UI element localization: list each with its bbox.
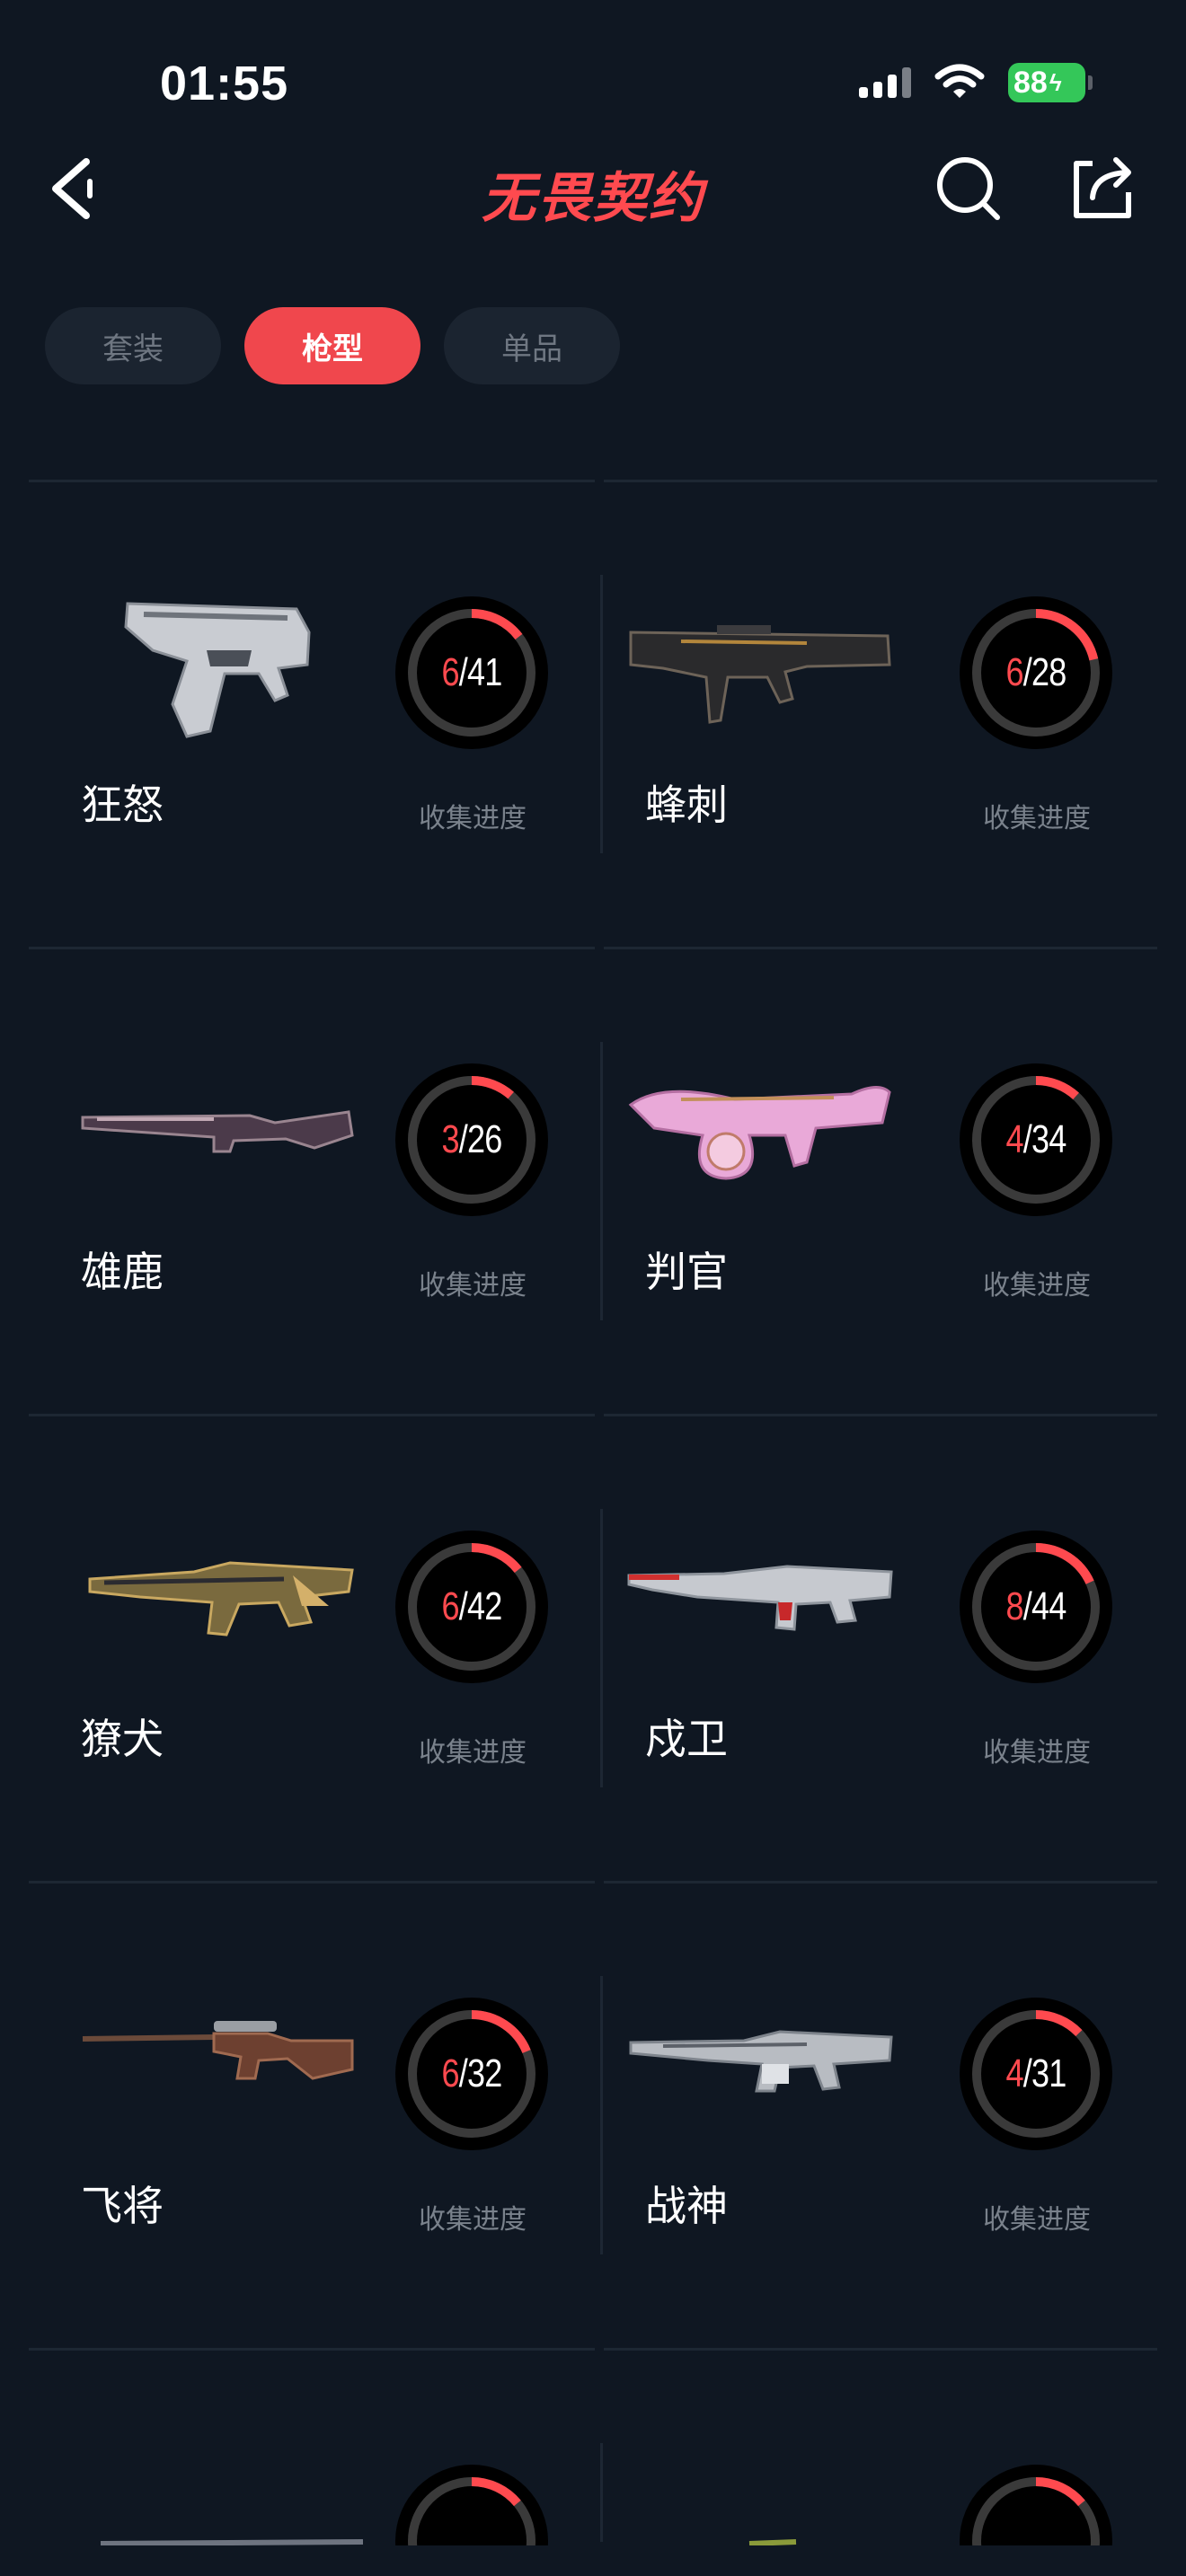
weapon-card[interactable]: 飞将 6/32 收集进度 <box>29 1881 593 2348</box>
weapon-name: 雄鹿 <box>81 1248 164 1296</box>
tab-suits[interactable]: 套装 <box>45 307 221 384</box>
collection-count: 6/42 <box>441 1584 503 1628</box>
progress-caption: 收集进度 <box>983 2204 1091 2236</box>
collection-count: 4/31 <box>1005 2051 1067 2095</box>
weapon-card-partial[interactable] <box>29 2348 593 2545</box>
weapon-card[interactable]: 戍卫 8/44 收集进度 <box>593 1414 1157 1881</box>
weapon-card[interactable]: 雄鹿 3/26 收集进度 <box>29 947 593 1414</box>
progress-caption: 收集进度 <box>419 1270 527 1301</box>
collection-progress-ring <box>395 2465 548 2545</box>
weapon-card[interactable]: 战神 4/31 收集进度 <box>593 1881 1157 2348</box>
collection-count: 6/41 <box>441 650 503 694</box>
cellular-signal-icon <box>859 67 911 98</box>
collection-count: 6/28 <box>1005 650 1067 694</box>
collection-count: 6/32 <box>441 2051 503 2095</box>
weapon-name: 蜂刺 <box>645 781 728 829</box>
tab-weapon-types[interactable]: 枪型 <box>244 307 420 384</box>
share-icon[interactable] <box>1066 153 1137 225</box>
weapon-name: 战神 <box>645 2182 728 2230</box>
weapon-card[interactable]: 判官 4/34 收集进度 <box>593 947 1157 1414</box>
progress-caption: 收集进度 <box>419 1737 527 1769</box>
progress-caption: 收集进度 <box>419 803 527 834</box>
weapon-image <box>81 1110 354 1153</box>
weapon-image <box>629 2030 893 2093</box>
nav-header: 无畏契约 <box>0 135 1186 243</box>
collection-progress-ring <box>960 2465 1112 2545</box>
status-icons: 88 ϟ <box>859 63 1093 102</box>
progress-caption: 收集进度 <box>983 1737 1091 1769</box>
weapon-name: 獠犬 <box>81 1715 164 1763</box>
weapon-image <box>628 1086 891 1180</box>
progress-caption: 收集进度 <box>983 1270 1091 1301</box>
wifi-icon <box>934 64 985 98</box>
weapon-card[interactable]: 獠犬 6/42 收集进度 <box>29 1414 593 1881</box>
progress-caption: 收集进度 <box>983 803 1091 834</box>
status-time: 01:55 <box>160 57 289 110</box>
weapon-name: 飞将 <box>81 2182 164 2230</box>
page-title: 无畏契约 <box>482 167 704 230</box>
tab-items[interactable]: 单品 <box>444 307 620 384</box>
collection-count: 8/44 <box>1005 1584 1067 1628</box>
weapon-image <box>100 2539 364 2545</box>
collection-count: 3/26 <box>441 1117 503 1161</box>
weapon-card[interactable]: 蜂刺 6/28 收集进度 <box>593 480 1157 947</box>
weapon-image <box>82 2021 354 2080</box>
collection-count: 4/34 <box>1005 1117 1067 1161</box>
weapon-image <box>88 1561 354 1636</box>
category-tabs: 套装 枪型 单品 <box>45 307 620 384</box>
charging-bolt-icon: ϟ <box>1049 68 1062 96</box>
weapon-image <box>629 625 891 724</box>
weapon-image <box>124 602 311 738</box>
weapon-name: 戍卫 <box>645 1715 728 1763</box>
weapon-image <box>627 1565 893 1631</box>
battery-level: 88 <box>1013 65 1048 100</box>
search-icon[interactable] <box>933 153 1005 225</box>
weapon-name: 狂怒 <box>81 781 164 829</box>
progress-caption: 收集进度 <box>419 2204 527 2236</box>
battery-icon: 88 ϟ <box>1008 63 1093 102</box>
weapon-image <box>748 2539 797 2545</box>
status-bar: 01:55 88 ϟ <box>0 0 1186 135</box>
weapon-card[interactable]: 狂怒 6/41 收集进度 <box>29 480 593 947</box>
weapon-name: 判官 <box>645 1248 728 1296</box>
weapon-card-partial[interactable] <box>593 2348 1157 2545</box>
